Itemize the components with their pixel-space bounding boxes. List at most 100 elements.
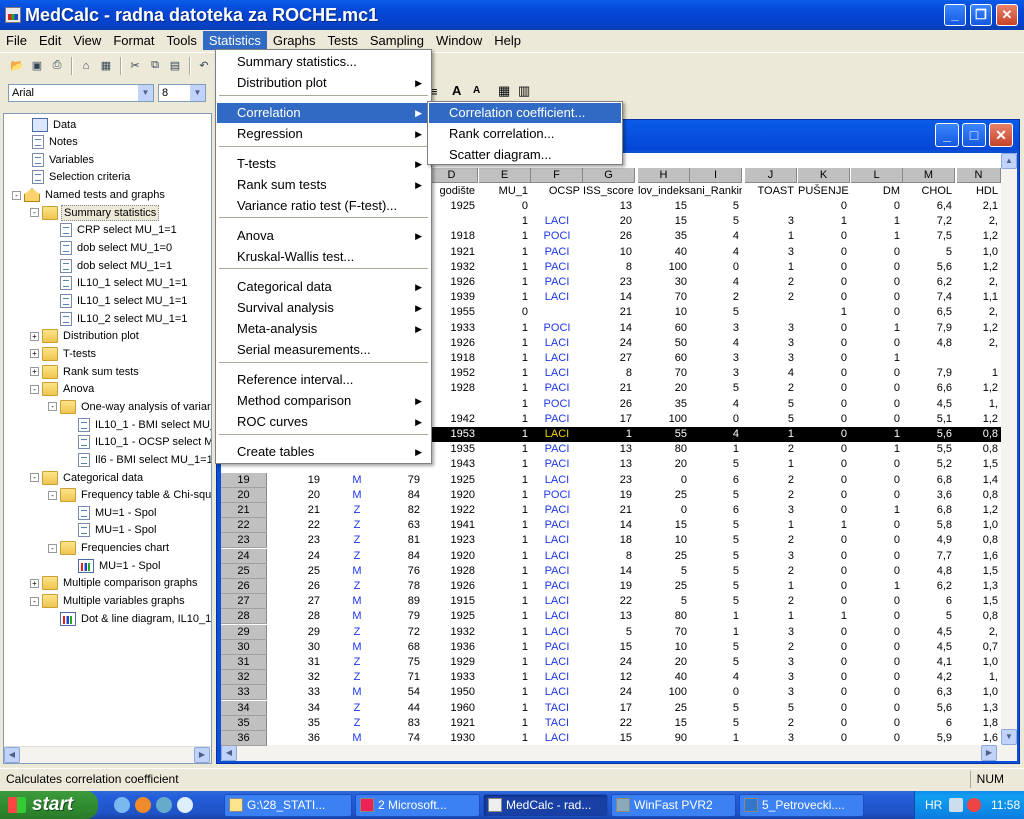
table-cell[interactable]: 33 [271, 685, 323, 700]
table-cell[interactable]: 6,8 [903, 503, 955, 518]
table-cell[interactable]: 0 [851, 549, 903, 564]
table-cell[interactable]: 25 [271, 564, 323, 579]
table-cell[interactable]: 30 [271, 640, 323, 655]
table-cell[interactable]: POCI [531, 229, 583, 244]
table-cell[interactable]: 0 [690, 412, 742, 427]
tree-item[interactable]: IL10_2 select MU_1=1 [48, 310, 189, 327]
table-cell[interactable]: 2, [957, 625, 1001, 640]
table-cell[interactable]: 1 [479, 579, 531, 594]
paste-icon[interactable]: ▤ [166, 57, 184, 75]
table-cell[interactable]: 1 [479, 670, 531, 685]
table-cell[interactable]: 1 [479, 533, 531, 548]
table-cell[interactable]: 0 [851, 290, 903, 305]
table-cell[interactable]: 21 [583, 503, 635, 518]
expand-icon[interactable]: + [30, 331, 39, 341]
tree-item[interactable]: CRP select MU_1=1 [48, 222, 179, 239]
row-header[interactable]: 27 [221, 594, 267, 610]
table-cell[interactable]: 71 [381, 670, 423, 685]
table-cell[interactable]: 5,9 [903, 731, 955, 746]
column-header[interactable]: J [745, 168, 797, 183]
table-cell[interactable]: M [336, 594, 378, 609]
sheet-horizontal-scrollbar[interactable]: ◀ ▶ [221, 745, 1001, 761]
table-cell[interactable]: 68 [381, 640, 423, 655]
menu-item[interactable]: Meta-analysis ▶ [217, 319, 430, 339]
table-cell[interactable]: 1, [957, 670, 1001, 685]
table-cell[interactable]: 1 [479, 321, 531, 336]
table-cell[interactable]: 100 [638, 412, 690, 427]
table-cell[interactable]: 1 [851, 351, 903, 366]
table-cell[interactable]: 32 [271, 670, 323, 685]
table-cell[interactable]: 0 [798, 457, 850, 472]
table-cell[interactable]: 0 [798, 670, 850, 685]
table-cell[interactable]: 1 [745, 457, 797, 472]
table-cell[interactable]: 1,3 [957, 701, 1001, 716]
expand-icon[interactable]: + [30, 578, 39, 588]
table-cell[interactable]: 1 [798, 609, 850, 624]
table-cell[interactable]: 15 [638, 199, 690, 214]
table-cell[interactable]: 0,7 [957, 640, 1001, 655]
table-cell[interactable]: 0 [798, 275, 850, 290]
tree-item[interactable]: + Distribution plot [30, 328, 141, 345]
table-cell[interactable]: PACI [531, 640, 583, 655]
tree-item[interactable]: MU=1 - Spol [66, 522, 158, 539]
table-cell[interactable] [426, 397, 478, 412]
table-cell[interactable]: 6 [690, 503, 742, 518]
table-cell[interactable]: 3 [745, 670, 797, 685]
table-cell[interactable]: 1 [479, 275, 531, 290]
scroll-right-icon[interactable]: ▶ [981, 745, 997, 761]
table-cell[interactable]: 0 [851, 336, 903, 351]
table-cell[interactable]: 5 [690, 579, 742, 594]
row-header[interactable]: 30 [221, 639, 267, 655]
table-cell[interactable]: 90 [638, 731, 690, 746]
table-cell[interactable]: 5 [690, 518, 742, 533]
table-cell[interactable]: Z [336, 625, 378, 640]
row-header[interactable]: 28 [221, 609, 267, 625]
table-cell[interactable]: 83 [381, 716, 423, 731]
table-cell[interactable]: 55 [638, 427, 690, 442]
table-cell[interactable]: 60 [638, 351, 690, 366]
table-cell[interactable]: 24 [583, 336, 635, 351]
table-cell[interactable]: 100 [638, 260, 690, 275]
table-cell[interactable]: 4,1 [903, 655, 955, 670]
table-cell[interactable]: 2 [745, 488, 797, 503]
menu-item[interactable]: Method comparison ▶ [217, 391, 430, 411]
table-cell[interactable] [426, 214, 478, 229]
table-cell[interactable]: M [336, 685, 378, 700]
table-cell[interactable]: 10 [638, 640, 690, 655]
table-cell[interactable]: 7,7 [903, 549, 955, 564]
table-cell[interactable] [957, 351, 1001, 366]
table-cell[interactable]: 20 [583, 214, 635, 229]
tree-item[interactable]: + Rank sum tests [30, 363, 141, 380]
table-cell[interactable]: 26 [583, 229, 635, 244]
table-cell[interactable]: 15 [638, 716, 690, 731]
table-cell[interactable]: 1 [479, 381, 531, 396]
table-cell[interactable]: 13 [583, 609, 635, 624]
menu-tests[interactable]: Tests [322, 31, 364, 50]
table-cell[interactable]: 1932 [426, 260, 478, 275]
table-cell[interactable]: 0,8 [957, 442, 1001, 457]
taskbar-button-word[interactable]: 2 Microsoft... [355, 794, 480, 817]
table-cell[interactable]: 0 [798, 427, 850, 442]
table-cell[interactable]: POCI [531, 321, 583, 336]
table-cell[interactable]: 3 [745, 655, 797, 670]
column-header[interactable]: N [957, 168, 1001, 183]
table-cell[interactable]: POCI [531, 488, 583, 503]
table-cell[interactable]: 0 [851, 533, 903, 548]
table-cell[interactable]: 1,2 [957, 260, 1001, 275]
row-header[interactable]: 34 [221, 700, 267, 716]
table-cell[interactable]: LACI [531, 533, 583, 548]
table-cell[interactable]: 2,1 [957, 199, 1001, 214]
table-cell[interactable]: 1 [798, 305, 850, 320]
table-cell[interactable]: 0 [851, 381, 903, 396]
submenu-item[interactable]: Rank correlation... [429, 124, 621, 144]
table-cell[interactable]: 5 [745, 701, 797, 716]
table-cell[interactable]: 3 [745, 731, 797, 746]
table-cell[interactable]: 4 [690, 275, 742, 290]
table-cell[interactable]: 3 [690, 366, 742, 381]
tree-item[interactable]: + T-tests [30, 345, 98, 362]
table-cell[interactable]: 3 [745, 214, 797, 229]
table-cell[interactable]: 5 [690, 199, 742, 214]
table-cell[interactable]: 1,5 [957, 564, 1001, 579]
contents-tree[interactable]: Dot & line diagram, IL10_1, I - Multiple v… [3, 113, 212, 764]
table-cell[interactable]: 0 [851, 518, 903, 533]
